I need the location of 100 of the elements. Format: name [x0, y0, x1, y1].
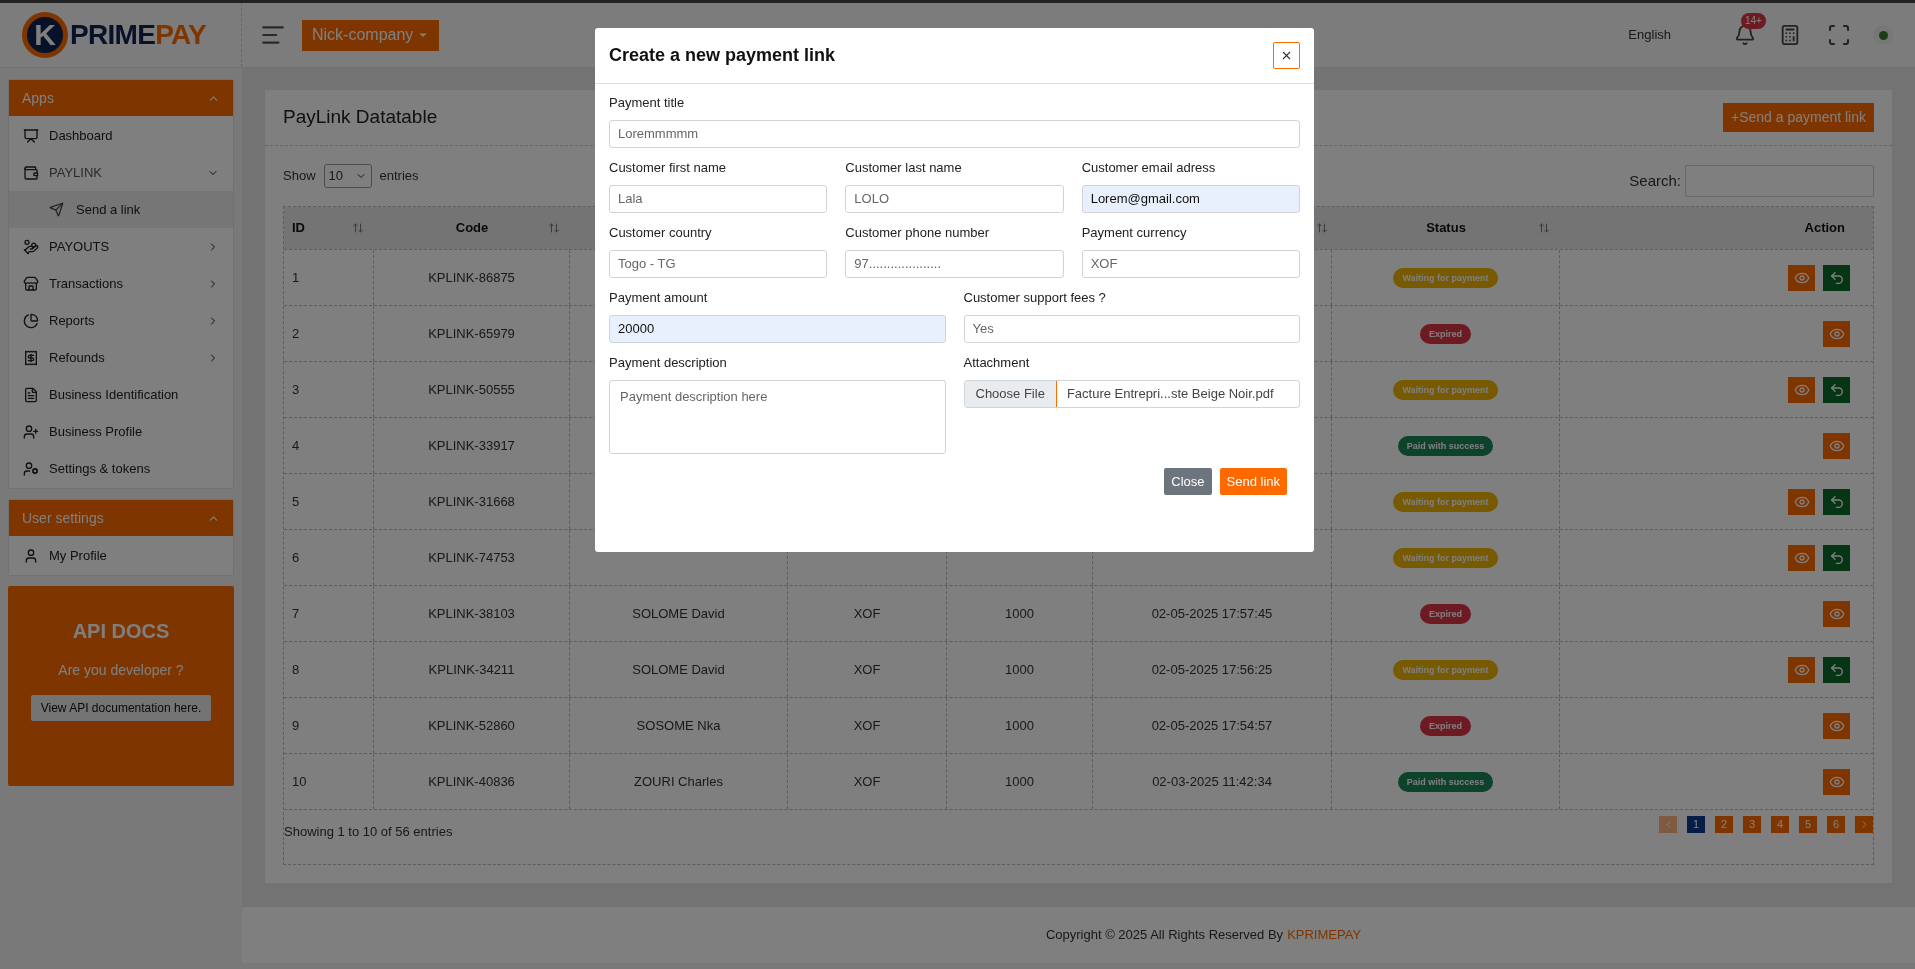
input-field[interactable]: 97....................	[845, 250, 1064, 278]
view-button[interactable]	[1823, 712, 1850, 739]
input-field[interactable]: LOLO	[845, 185, 1064, 213]
calculator-icon[interactable]	[1779, 23, 1801, 47]
field-label: Customer last name	[845, 159, 963, 177]
view-button[interactable]	[1823, 600, 1850, 627]
receipt-icon	[23, 349, 39, 366]
table-cell-text: 4	[292, 436, 300, 455]
sidebar-item[interactable]: Refounds	[9, 339, 233, 376]
presentation-icon	[23, 127, 39, 144]
search-label: Search:	[1629, 170, 1681, 191]
language-selector[interactable]: English	[1628, 25, 1671, 45]
hand-coins-icon	[23, 238, 39, 255]
sidebar-subitem[interactable]: Send a link	[9, 191, 233, 228]
view-button[interactable]	[1823, 320, 1850, 347]
table-cell-text: ZOURI Charles	[634, 772, 723, 791]
resend-button[interactable]	[1823, 544, 1850, 571]
document-icon	[23, 386, 39, 403]
status-badge: Waiting for payment	[1393, 659, 1498, 680]
field-label: Payment currency	[1081, 224, 1188, 242]
show-label: Show	[283, 167, 316, 186]
copyright-text: Copyright © 2025 All Rights Reserved By	[1045, 926, 1284, 945]
table-cell-text: KPLINK-52860	[428, 716, 515, 735]
table-cell-text: KPLINK-38103	[428, 604, 515, 623]
return-arrow-icon	[1828, 493, 1845, 510]
resend-button[interactable]	[1823, 376, 1850, 403]
table-cell-text: 02-05-2025 17:56:25	[1151, 660, 1273, 679]
sidebar-item[interactable]: Transactions	[9, 265, 233, 302]
sidebar-item[interactable]: Business Profile	[9, 413, 233, 450]
input-field[interactable]: Yes	[963, 315, 1300, 343]
table-cell-text: KPLINK-33917	[428, 436, 515, 455]
sort-icon[interactable]	[1538, 222, 1550, 234]
status-badge: Waiting for payment	[1393, 267, 1498, 288]
resend-button[interactable]	[1823, 488, 1850, 515]
input-field[interactable]: Loremmmmm	[609, 120, 1300, 148]
input-field[interactable]: 20000	[609, 315, 946, 343]
view-button[interactable]	[1788, 264, 1815, 291]
page-size-select[interactable]: 10	[323, 164, 372, 188]
sidebar-item[interactable]: Dashboard	[9, 117, 233, 154]
column-header: Code	[455, 219, 489, 238]
input-field[interactable]: Lorem@gmail.com	[1081, 185, 1300, 213]
table-cell-text: 10	[292, 772, 307, 791]
table-cell-text: XOF	[853, 716, 881, 735]
input-field[interactable]: Lala	[609, 185, 828, 213]
view-button[interactable]	[1788, 656, 1815, 683]
close-icon[interactable]	[1273, 42, 1300, 69]
view-button[interactable]	[1823, 768, 1850, 795]
sort-icon[interactable]	[1316, 222, 1328, 234]
resend-button[interactable]	[1823, 656, 1850, 683]
table-cell-text: KPLINK-86875	[428, 268, 515, 287]
table-cell-text: XOF	[853, 660, 881, 679]
fullscreen-icon[interactable]	[1827, 23, 1851, 47]
api-docs-title: API DOCS	[72, 619, 170, 644]
avatar[interactable]	[1873, 25, 1893, 45]
send-link-button[interactable]: Send link	[1219, 468, 1287, 495]
search-field[interactable]	[1685, 165, 1874, 197]
table-cell-text: XOF	[853, 772, 881, 791]
logo: K PRIMEPAY	[22, 12, 206, 58]
input-field[interactable]: Togo - TG	[609, 250, 828, 278]
table-cell-text: SOSOME Nka	[636, 716, 721, 735]
view-button[interactable]	[1788, 488, 1815, 515]
table-cell-text: KPLINK-50555	[428, 380, 515, 399]
input-field[interactable]: XOF	[1081, 250, 1300, 278]
api-docs-button[interactable]: View API documentation here.	[31, 695, 211, 721]
return-arrow-icon	[1828, 269, 1845, 286]
modal-title: Create a new payment link	[609, 44, 836, 67]
table-cell-text: 02-05-2025 17:57:45	[1151, 604, 1273, 623]
field-label: Payment title	[609, 94, 686, 112]
column-header: Action	[1804, 219, 1845, 238]
api-docs-subtitle: Are you developer ?	[58, 661, 184, 680]
sidebar-item[interactable]: PAYOUTS	[9, 228, 233, 265]
textarea-field[interactable]: Payment description here	[609, 380, 946, 454]
view-button[interactable]	[1788, 376, 1815, 403]
sidebar-item[interactable]: Business Identification	[9, 376, 233, 413]
table-cell-text: KPLINK-34211	[428, 660, 515, 679]
file-input[interactable]: Choose File Facture Entrepri...ste Beige Noir.pdf	[963, 380, 1300, 408]
table-cell-text: 1000	[1005, 604, 1034, 623]
field-label: Customer email adress	[1081, 159, 1217, 177]
entries-summary: Showing 1 to 10 of 56 entries	[284, 823, 453, 841]
choose-file-button[interactable]: Choose File	[964, 381, 1057, 407]
return-arrow-icon	[1828, 549, 1845, 566]
sort-icon[interactable]	[352, 222, 364, 234]
view-button[interactable]	[1788, 544, 1815, 571]
resend-button[interactable]	[1823, 264, 1850, 291]
sidebar-item[interactable]: PAYLINK	[9, 154, 233, 191]
sort-icon[interactable]	[548, 222, 560, 234]
sidebar-item[interactable]: Reports	[9, 302, 233, 339]
table-cell-text: 7	[292, 604, 300, 623]
table-cell-text: 2	[292, 324, 300, 343]
bell-icon[interactable]	[1734, 24, 1756, 46]
next-page-button[interactable]	[1855, 816, 1873, 833]
sidebar-item[interactable]: Settings & tokens	[9, 450, 233, 487]
close-button[interactable]: Close	[1164, 468, 1212, 495]
table-cell-text: XOF	[853, 604, 881, 623]
table-cell-text: 6	[292, 548, 300, 567]
sidebar-item[interactable]: My Profile	[9, 537, 233, 574]
view-button[interactable]	[1823, 432, 1850, 459]
status-badge: Expired	[1420, 715, 1471, 736]
field-label: Customer first name	[609, 159, 728, 177]
page-button[interactable]: 1	[1687, 816, 1705, 833]
